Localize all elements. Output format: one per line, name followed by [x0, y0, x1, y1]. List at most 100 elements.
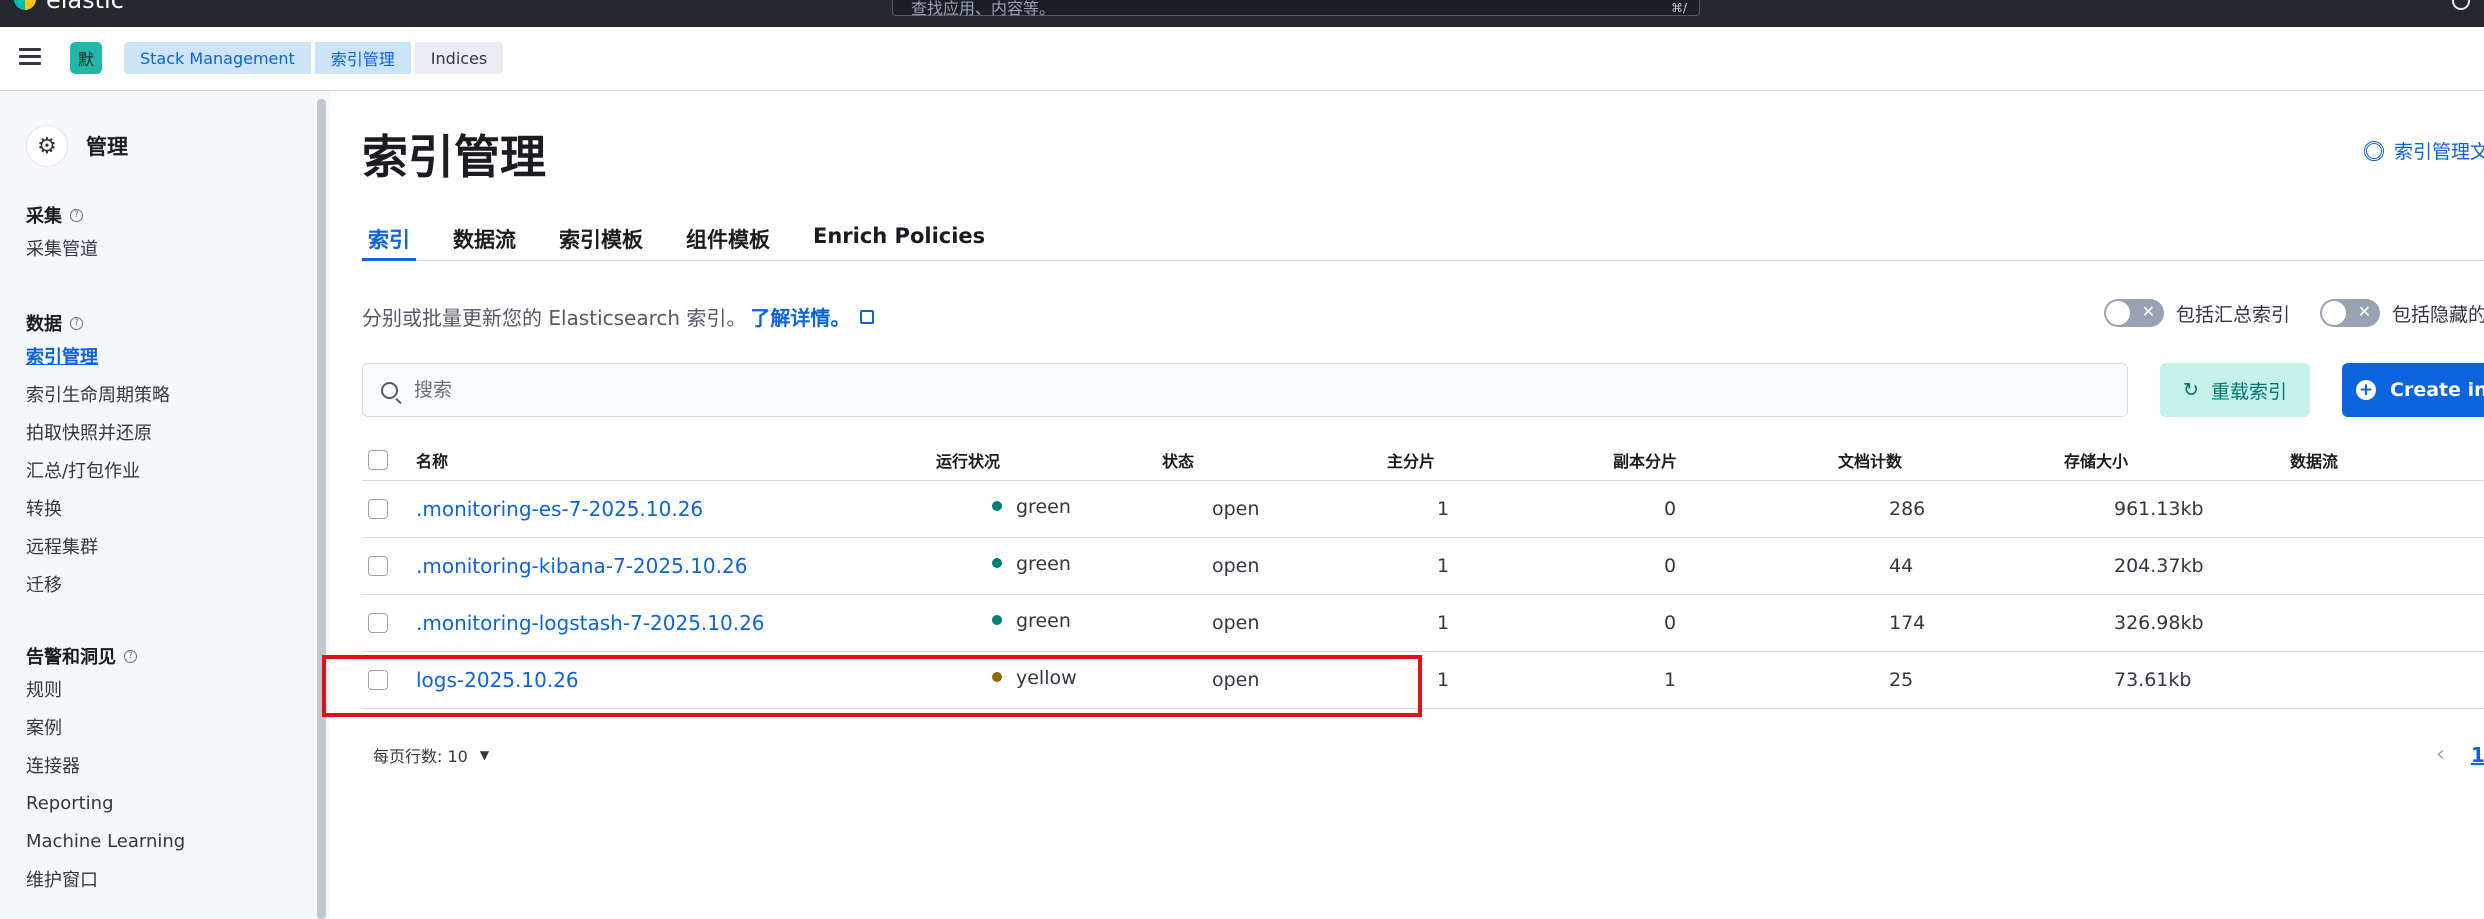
page-number-button[interactable]: 1	[2471, 743, 2484, 767]
sidebar-group-title: 采集?	[26, 201, 98, 229]
highlight-box	[322, 655, 1422, 717]
select-all-checkbox[interactable]	[368, 449, 388, 470]
create-index-button[interactable]: + Create index	[2342, 363, 2484, 417]
reload-indices-button[interactable]: ↻ 重载索引	[2160, 363, 2310, 417]
sidebar-item-machine-learning[interactable]: Machine Learning	[26, 822, 185, 860]
column-header-status[interactable]: 状态	[1162, 439, 1194, 480]
sidebar-item-reporting[interactable]: Reporting	[26, 784, 185, 822]
health-dot-icon	[992, 501, 1002, 511]
docs-value: 286	[1889, 498, 1926, 520]
breadcrumb-indices: Indices	[414, 42, 504, 74]
size-value: 961.13kb	[2114, 498, 2204, 520]
sidebar-item-rules[interactable]: 规则	[26, 670, 185, 708]
column-header-name[interactable]: 名称	[416, 439, 448, 480]
tab-enrich-policies[interactable]: Enrich Policies	[813, 221, 985, 261]
sidebar-group-title: 告警和洞见?	[26, 642, 185, 670]
row-checkbox[interactable]	[368, 499, 388, 519]
search-shortcut-badge: ⌘/	[1670, 1, 1687, 15]
sidebar-group-title: 数据?	[26, 309, 170, 337]
question-icon[interactable]: ?	[70, 208, 83, 222]
sidebar-item-rollup-jobs[interactable]: 汇总/打包作业	[26, 451, 170, 489]
column-header-replica[interactable]: 副本分片	[1613, 439, 1677, 480]
top-header: elastic 查找应用、内容等。 ⌘/	[0, 0, 2484, 27]
primary-value: 1	[1437, 612, 1450, 634]
column-header-docs[interactable]: 文档计数	[1838, 439, 1902, 480]
index-name-link[interactable]: .monitoring-es-7-2025.10.26	[416, 481, 703, 537]
index-management-docs-link[interactable]: 索引管理文档	[2364, 137, 2484, 164]
rollup-switch[interactable]: ✕	[2104, 299, 2164, 327]
question-icon[interactable]: ?	[70, 316, 83, 330]
chevron-left-icon[interactable]: ‹	[2436, 742, 2445, 767]
space-avatar[interactable]: 默	[70, 42, 102, 74]
tab-component-templates[interactable]: 组件模板	[686, 221, 770, 261]
size-value: 204.37kb	[2114, 555, 2204, 577]
row-checkbox[interactable]	[368, 613, 388, 633]
sidebar-item-ilm-policies[interactable]: 索引生命周期策略	[26, 375, 170, 413]
sidebar-item-cases[interactable]: 案例	[26, 708, 185, 746]
column-header-primary[interactable]: 主分片	[1387, 439, 1435, 480]
tab-indices[interactable]: 索引	[362, 221, 416, 261]
column-header-health[interactable]: 运行状况	[936, 439, 1000, 480]
table-row: .monitoring-kibana-7-2025.10.26 green op…	[362, 538, 2484, 595]
help-icon[interactable]	[2452, 0, 2470, 10]
health-dot-icon	[992, 558, 1002, 568]
sidebar-header: ⚙ 管理	[26, 125, 128, 167]
tab-data-streams[interactable]: 数据流	[453, 221, 516, 261]
menu-toggle-icon[interactable]	[19, 48, 41, 66]
help-ring-icon	[2364, 140, 2384, 161]
breadcrumb-index-management[interactable]: 索引管理	[314, 42, 411, 74]
include-rollup-toggle[interactable]: ✕ 包括汇总索引	[2104, 299, 2290, 327]
replica-value: 0	[1664, 612, 1677, 634]
cross-icon: ✕	[2357, 302, 2371, 321]
sidebar-item-index-management[interactable]: 索引管理	[26, 337, 170, 375]
table-row: .monitoring-es-7-2025.10.26 green open 1…	[362, 481, 2484, 538]
docs-value: 174	[1889, 612, 1926, 634]
elastic-logo[interactable]: elastic	[14, 0, 124, 14]
page-title: 索引管理	[362, 130, 546, 184]
breadcrumb: Stack Management 索引管理 Indices	[124, 42, 507, 74]
learn-more-link[interactable]: 了解详情。	[750, 302, 850, 331]
column-header-size[interactable]: 存储大小	[2064, 439, 2128, 480]
sidebar-item-transforms[interactable]: 转换	[26, 489, 170, 527]
hidden-switch[interactable]: ✕	[2320, 299, 2380, 327]
cross-icon: ✕	[2141, 302, 2155, 321]
docs-value: 44	[1889, 555, 1914, 577]
include-hidden-label: 包括隐藏的索引	[2392, 303, 2484, 326]
sidebar-item-remote-clusters[interactable]: 远程集群	[26, 527, 170, 565]
health-value: green	[1016, 553, 1071, 575]
sidebar-group-ingest: 采集? 采集管道	[26, 201, 98, 267]
health-dot-icon	[992, 615, 1002, 625]
sidebar-item-maintenance-windows[interactable]: 维护窗口	[26, 860, 185, 898]
table-row: .monitoring-logstash-7-2025.10.26 green …	[362, 595, 2484, 652]
external-link-icon	[860, 309, 875, 324]
breadcrumb-stack-management[interactable]: Stack Management	[124, 42, 311, 74]
index-name-link[interactable]: .monitoring-kibana-7-2025.10.26	[416, 538, 747, 594]
breadcrumb-bar: 默 Stack Management 索引管理 Indices	[0, 27, 2484, 91]
sidebar-item-ingest-pipelines[interactable]: 采集管道	[26, 229, 98, 267]
sidebar-item-migrate[interactable]: 迁移	[26, 565, 170, 603]
health-value: green	[1016, 610, 1071, 632]
search-icon	[381, 381, 398, 399]
docs-value: 25	[1889, 669, 1914, 691]
health-value: green	[1016, 496, 1071, 518]
replica-value: 0	[1664, 555, 1677, 577]
sidebar-item-connectors[interactable]: 连接器	[26, 746, 185, 784]
column-header-data-stream[interactable]: 数据流	[2290, 439, 2338, 480]
row-checkbox[interactable]	[368, 556, 388, 576]
tab-bar: 索引 数据流 索引模板 组件模板 Enrich Policies	[362, 221, 2484, 261]
chevron-down-icon: ▼	[479, 748, 490, 762]
index-search-input[interactable]	[414, 379, 2014, 401]
tab-index-templates[interactable]: 索引模板	[559, 221, 643, 261]
rows-per-page-select[interactable]: 每页行数: 10 ▼	[373, 743, 489, 767]
management-sidebar: ⚙ 管理 采集? 采集管道 数据? 索引管理 索引生命周期策略 拍取快照并还原 …	[0, 91, 330, 919]
index-search-box	[362, 363, 2128, 417]
refresh-icon: ↻	[2183, 379, 2199, 401]
question-icon[interactable]: ?	[124, 649, 137, 663]
sidebar-scrollbar[interactable]	[317, 99, 326, 919]
sidebar-item-snapshot-restore[interactable]: 拍取快照并还原	[26, 413, 170, 451]
include-hidden-toggle[interactable]: ✕ 包括隐藏的索引	[2320, 299, 2484, 327]
global-search-input[interactable]: 查找应用、内容等。 ⌘/	[892, 0, 1700, 18]
replica-value: 0	[1664, 498, 1677, 520]
index-name-link[interactable]: .monitoring-logstash-7-2025.10.26	[416, 595, 765, 651]
main-content: 索引管理 索引管理文档 索引 数据流 索引模板 组件模板 Enrich Poli…	[330, 91, 2484, 919]
